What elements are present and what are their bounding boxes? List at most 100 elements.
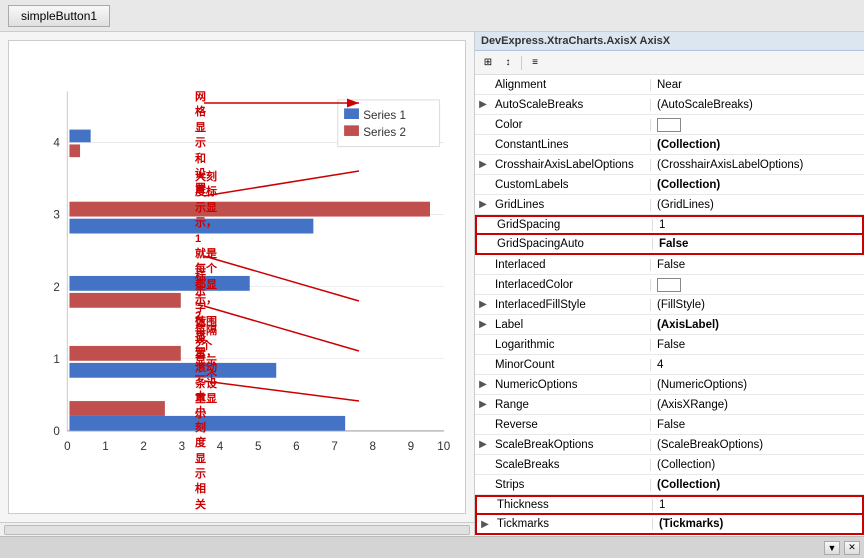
prop-name-label: Label xyxy=(491,319,651,331)
prop-name-alignment: Alignment xyxy=(491,79,651,91)
svg-text:Series 1: Series 1 xyxy=(363,109,406,122)
prop-expander-tickmarks[interactable]: ▶ xyxy=(477,515,493,533)
prop-expander-numericoptions[interactable]: ▶ xyxy=(475,375,491,394)
prop-row-logarithmic[interactable]: Logarithmic False xyxy=(475,335,864,355)
prop-row-crosshair[interactable]: ▶ CrosshairAxisLabelOptions (CrosshairAx… xyxy=(475,155,864,175)
prop-expander-interlacedfillstyle[interactable]: ▶ xyxy=(475,295,491,314)
prop-value-logarithmic[interactable]: False xyxy=(651,339,864,351)
prop-expander-interlaced xyxy=(475,255,491,274)
svg-text:5: 5 xyxy=(255,440,261,453)
top-bar: simpleButton1 xyxy=(0,0,864,32)
prop-value-interlacedcolor[interactable] xyxy=(651,278,864,292)
prop-value-label[interactable]: (AxisLabel) xyxy=(651,319,864,331)
prop-expander-strips xyxy=(475,475,491,494)
prop-row-gridspacingauto[interactable]: GridSpacingAuto False xyxy=(475,235,864,255)
prop-row-minorcount[interactable]: MinorCount 4 xyxy=(475,355,864,375)
prop-value-color[interactable] xyxy=(651,118,864,132)
prop-value-gridlines[interactable]: (GridLines) xyxy=(651,199,864,211)
prop-name-numericoptions: NumericOptions xyxy=(491,379,651,391)
prop-value-interlaced[interactable]: False xyxy=(651,259,864,271)
prop-value-scalebreaks[interactable]: (Collection) xyxy=(651,459,864,471)
prop-value-minorcount[interactable]: 4 xyxy=(651,359,864,371)
prop-name-interlacedcolor: InterlacedColor xyxy=(491,279,651,291)
prop-row-interlacedcolor[interactable]: InterlacedColor xyxy=(475,275,864,295)
svg-text:9: 9 xyxy=(408,440,414,453)
prop-row-interlacedfillstyle[interactable]: ▶ InterlacedFillStyle (FillStyle) xyxy=(475,295,864,315)
prop-name-crosshair: CrosshairAxisLabelOptions xyxy=(491,159,651,171)
prop-expander-gridlines[interactable]: ▶ xyxy=(475,195,491,214)
prop-value-reverse[interactable]: False xyxy=(651,419,864,431)
close-btn[interactable]: ✕ xyxy=(844,541,860,555)
prop-value-alignment[interactable]: Near xyxy=(651,79,864,91)
prop-expander-crosshair[interactable]: ▶ xyxy=(475,155,491,174)
prop-value-constantlines[interactable]: (Collection) xyxy=(651,139,864,151)
props-table[interactable]: Alignment Near ▶ AutoScaleBreaks (AutoSc… xyxy=(475,75,864,536)
props-header: DevExpress.XtraCharts.AxisX AxisX xyxy=(475,32,864,51)
prop-name-interlaced: Interlaced xyxy=(491,259,651,271)
prop-value-thickness[interactable]: 1 xyxy=(653,499,862,511)
prop-expander-thickness xyxy=(477,497,493,513)
prop-row-customlabels[interactable]: CustomLabels (Collection) xyxy=(475,175,864,195)
props-page-btn[interactable]: ≡ xyxy=(526,54,544,72)
prop-row-alignment[interactable]: Alignment Near xyxy=(475,75,864,95)
prop-expander xyxy=(475,75,491,94)
prop-value-tickmarks[interactable]: (Tickmarks) xyxy=(653,518,862,530)
prop-name-scalebreakopt: ScaleBreakOptions xyxy=(491,439,651,451)
prop-row-scalebreakopt[interactable]: ▶ ScaleBreakOptions (ScaleBreakOptions) xyxy=(475,435,864,455)
prop-row-numericoptions[interactable]: ▶ NumericOptions (NumericOptions) xyxy=(475,375,864,395)
color-swatch-interlaced xyxy=(657,278,681,292)
prop-row-autoscalebreaks[interactable]: ▶ AutoScaleBreaks (AutoScaleBreaks) xyxy=(475,95,864,115)
prop-row-color[interactable]: Color xyxy=(475,115,864,135)
prop-value-scalebreakopt[interactable]: (ScaleBreakOptions) xyxy=(651,439,864,451)
simple-button[interactable]: simpleButton1 xyxy=(8,5,110,27)
prop-name-tickmarks: Tickmarks xyxy=(493,518,653,530)
prop-expander-constantlines xyxy=(475,135,491,154)
prop-row-gridspacing[interactable]: GridSpacing 1 xyxy=(475,215,864,235)
horizontal-scrollbar-area xyxy=(0,522,474,536)
prop-expander-range[interactable]: ▶ xyxy=(475,395,491,414)
prop-value-interlacedfillstyle[interactable]: (FillStyle) xyxy=(651,299,864,311)
prop-name-interlacedfillstyle: InterlacedFillStyle xyxy=(491,299,651,311)
prop-value-gridspacingauto[interactable]: False xyxy=(653,238,862,250)
prop-expander-reverse xyxy=(475,415,491,434)
prop-row-strips[interactable]: Strips (Collection) xyxy=(475,475,864,495)
props-toolbar: ⊞ ↕ ≡ xyxy=(475,51,864,75)
sort-categorized-btn[interactable]: ⊞ xyxy=(479,54,497,72)
prop-expander-color xyxy=(475,115,491,134)
svg-text:2: 2 xyxy=(140,440,146,453)
prop-row-tickmarks[interactable]: ▶ Tickmarks (Tickmarks) xyxy=(475,515,864,535)
prop-value-customlabels[interactable]: (Collection) xyxy=(651,179,864,191)
prop-expander-label[interactable]: ▶ xyxy=(475,315,491,334)
prop-row-scalebreaks[interactable]: ScaleBreaks (Collection) xyxy=(475,455,864,475)
prop-row-reverse[interactable]: Reverse False xyxy=(475,415,864,435)
svg-text:1: 1 xyxy=(53,353,59,366)
bottom-panel: ▼ ✕ xyxy=(0,536,864,558)
prop-name-constantlines: ConstantLines xyxy=(491,139,651,151)
prop-value-crosshair[interactable]: (CrosshairAxisLabelOptions) xyxy=(651,159,864,171)
prop-name-gridspacingauto: GridSpacingAuto xyxy=(493,238,653,250)
prop-row-interlaced[interactable]: Interlaced False xyxy=(475,255,864,275)
prop-expander-scalebreakopt[interactable]: ▶ xyxy=(475,435,491,454)
svg-text:0: 0 xyxy=(64,440,71,453)
prop-row-thickness[interactable]: Thickness 1 xyxy=(475,495,864,515)
prop-row-label[interactable]: ▶ Label (AxisLabel) xyxy=(475,315,864,335)
svg-text:1: 1 xyxy=(102,440,108,453)
prop-expander-autoscalebreaks[interactable]: ▶ xyxy=(475,95,491,114)
prop-value-strips[interactable]: (Collection) xyxy=(651,479,864,491)
prop-value-autoscalebreaks[interactable]: (AutoScaleBreaks) xyxy=(651,99,864,111)
prop-row-range[interactable]: ▶ Range (AxisXRange) xyxy=(475,395,864,415)
horizontal-scrollbar[interactable] xyxy=(4,525,470,535)
prop-value-numericoptions[interactable]: (NumericOptions) xyxy=(651,379,864,391)
sort-alpha-btn[interactable]: ↕ xyxy=(499,54,517,72)
prop-value-range[interactable]: (AxisXRange) xyxy=(651,399,864,411)
prop-value-gridspacing[interactable]: 1 xyxy=(653,219,862,231)
prop-row-gridlines[interactable]: ▶ GridLines (GridLines) xyxy=(475,195,864,215)
prop-name-gridlines: GridLines xyxy=(491,199,651,211)
prop-row-constantlines[interactable]: ConstantLines (Collection) xyxy=(475,135,864,155)
prop-expander-interlacedcolor xyxy=(475,275,491,294)
prop-name-scalebreaks: ScaleBreaks xyxy=(491,459,651,471)
auto-hide-btn[interactable]: ▼ xyxy=(824,541,840,555)
prop-expander-logarithmic xyxy=(475,335,491,354)
prop-name-autoscalebreaks: AutoScaleBreaks xyxy=(491,99,651,111)
prop-name-strips: Strips xyxy=(491,479,651,491)
